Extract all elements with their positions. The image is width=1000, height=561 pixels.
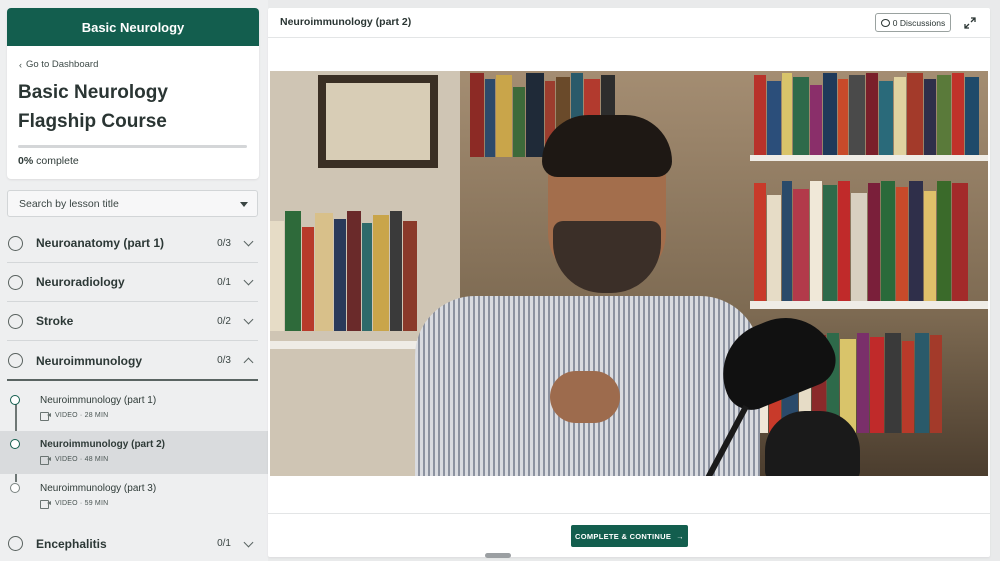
speech-bubble-icon [880,18,890,27]
expand-icon[interactable] [964,17,976,29]
section-label: Neuroradiology [36,275,125,289]
resize-handle[interactable] [485,553,511,558]
section-status-circle-icon [8,274,23,290]
section-neuroanatomy-part-1[interactable]: Neuroanatomy (part 1) 0/3 [7,224,258,263]
section-count: 0/3 [217,355,231,366]
section-count: 0/2 [217,315,231,327]
video-books-mid-right [754,181,968,301]
video-camera-icon [40,412,51,421]
discussions-button[interactable]: 0 Discussions [875,13,951,32]
video-books-top-right [754,73,979,157]
lesson-meta: VIDEO · 28 MIN [40,412,109,421]
arrow-right-icon: → [676,531,684,541]
lesson-item-neuroimmunology-part-2[interactable]: Neuroimmunology (part 2) VIDEO · 48 MIN [0,431,268,474]
section-neuroradiology[interactable]: Neuroradiology 0/1 [7,263,258,302]
lesson-search-dropdown[interactable]: Search by lesson title [7,190,258,217]
video-presenter-hair [542,115,672,177]
video-shelf-board [750,301,988,309]
course-card: Basic Neurology ‹ Go to Dashboard Basic … [7,8,259,179]
course-progress-bar [18,145,247,148]
discussions-label: 0 Discussions [892,17,946,28]
chevron-down-icon [243,236,254,247]
section-label: Stroke [36,314,74,328]
lesson-item-neuroimmunology-part-1[interactable]: Neuroimmunology (part 1) VIDEO · 28 MIN [0,387,268,430]
complete-button-label: COMPLETE & CONTINUE [575,531,672,541]
lesson-status-dot-icon [10,439,20,449]
video-player[interactable] [270,71,988,476]
lesson-meta-text: VIDEO · 48 MIN [55,456,109,463]
progress-percent: 0% [18,155,34,167]
school-name[interactable]: Basic Neurology [7,8,259,46]
video-books-mid-left [270,211,417,331]
chevron-down-icon [243,537,254,547]
lesson-content-panel: Neuroimmunology (part 2) 0 Discussions C… [268,8,990,557]
lesson-status-dot-icon [10,483,20,493]
lesson-title: Neuroimmunology (part 2) [40,439,166,450]
lesson-title: Neuroimmunology (part 1) [40,395,157,406]
video-shelf-board [750,155,988,161]
lesson-meta: VIDEO · 59 MIN [40,500,109,509]
lesson-meta: VIDEO · 48 MIN [40,456,109,465]
chevron-down-icon [243,314,254,325]
section-stroke[interactable]: Stroke 0/2 [7,302,258,341]
chevron-left-icon: ‹ [19,59,22,70]
lesson-header: Neuroimmunology (part 2) 0 Discussions [268,8,990,38]
section-neuroimmunology[interactable]: Neuroimmunology 0/3 [7,342,258,381]
complete-and-continue-button[interactable]: COMPLETE & CONTINUE → [571,525,688,547]
video-camera-icon [40,500,51,509]
video-lamp-base [765,411,860,476]
lesson-heading: Neuroimmunology (part 2) [280,16,412,28]
course-sidebar: Basic Neurology ‹ Go to Dashboard Basic … [0,0,268,561]
video-diploma [318,75,438,168]
caret-down-icon [240,202,248,207]
video-camera-icon [40,456,51,465]
dashboard-link-label: Go to Dashboard [26,59,99,70]
progress-suffix: complete [36,155,79,167]
section-label: Neuroanatomy (part 1) [36,236,165,250]
video-presenter-hand [550,371,620,423]
section-label: Encephalitis [36,536,107,551]
section-encephalitis[interactable]: Encephalitis 0/1 [7,524,258,561]
course-title: Basic Neurology Flagship Course [18,82,168,132]
lesson-meta-text: VIDEO · 59 MIN [55,500,109,507]
section-status-circle-icon [8,235,23,251]
lesson-footer-divider [268,513,990,514]
go-to-dashboard-link[interactable]: ‹ Go to Dashboard [19,59,98,70]
section-count: 0/1 [217,538,231,549]
section-status-circle-icon [8,353,23,368]
section-count: 0/1 [217,276,231,288]
lesson-meta-text: VIDEO · 28 MIN [55,412,109,419]
section-label: Neuroimmunology [36,353,143,368]
progress-label: 0% complete [18,155,79,167]
lesson-status-dot-icon [10,395,20,405]
chevron-down-icon [243,275,254,286]
section-count: 0/3 [217,237,231,249]
section-status-circle-icon [8,313,23,329]
section-status-circle-icon [8,536,23,551]
lesson-item-neuroimmunology-part-3[interactable]: Neuroimmunology (part 3) VIDEO · 59 MIN [0,475,268,518]
search-placeholder: Search by lesson title [19,197,119,210]
chevron-up-icon [243,357,254,368]
lesson-title: Neuroimmunology (part 3) [40,483,157,494]
